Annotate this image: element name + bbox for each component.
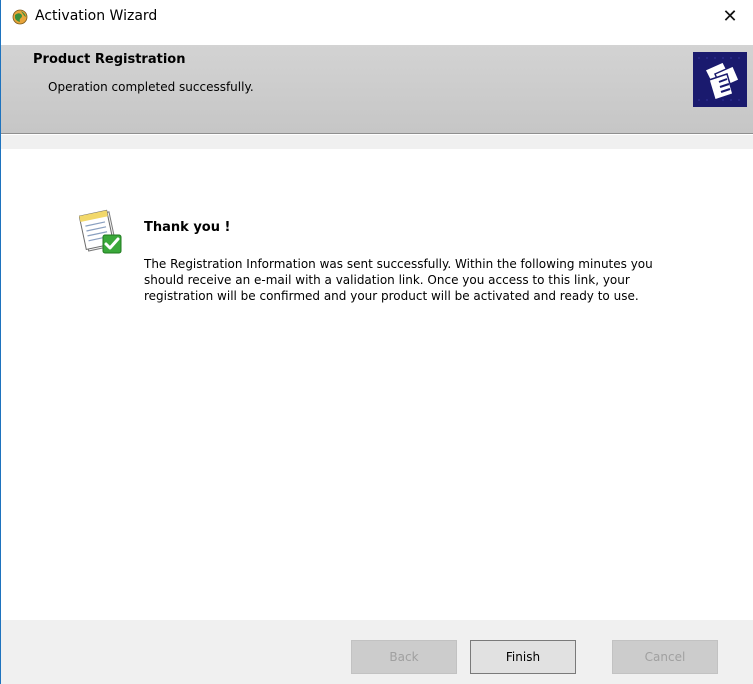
cancel-button[interactable]: Cancel [612, 640, 718, 674]
activation-globe-icon [12, 9, 28, 25]
back-button[interactable]: Back [351, 640, 457, 674]
close-icon: ✕ [722, 5, 738, 27]
document-checkmark-icon [78, 208, 125, 256]
close-button[interactable]: ✕ [707, 0, 753, 32]
header-title: Product Registration [33, 52, 186, 67]
header-subtitle: Operation completed successfully. [48, 80, 254, 94]
activation-wizard-window: Activation Wizard ✕ Product Registration… [0, 0, 753, 684]
finish-button[interactable]: Finish [470, 640, 576, 674]
wizard-footer: Back Finish Cancel [1, 620, 753, 684]
thank-you-heading: Thank you ! [144, 220, 231, 235]
wizard-header: Product Registration Operation completed… [1, 45, 753, 133]
window-title: Activation Wizard [35, 8, 158, 24]
title-bar[interactable]: Activation Wizard ✕ [1, 0, 753, 32]
registration-cards-icon [693, 52, 747, 107]
success-message: The Registration Information was sent su… [144, 257, 653, 303]
header-strip [1, 135, 753, 149]
